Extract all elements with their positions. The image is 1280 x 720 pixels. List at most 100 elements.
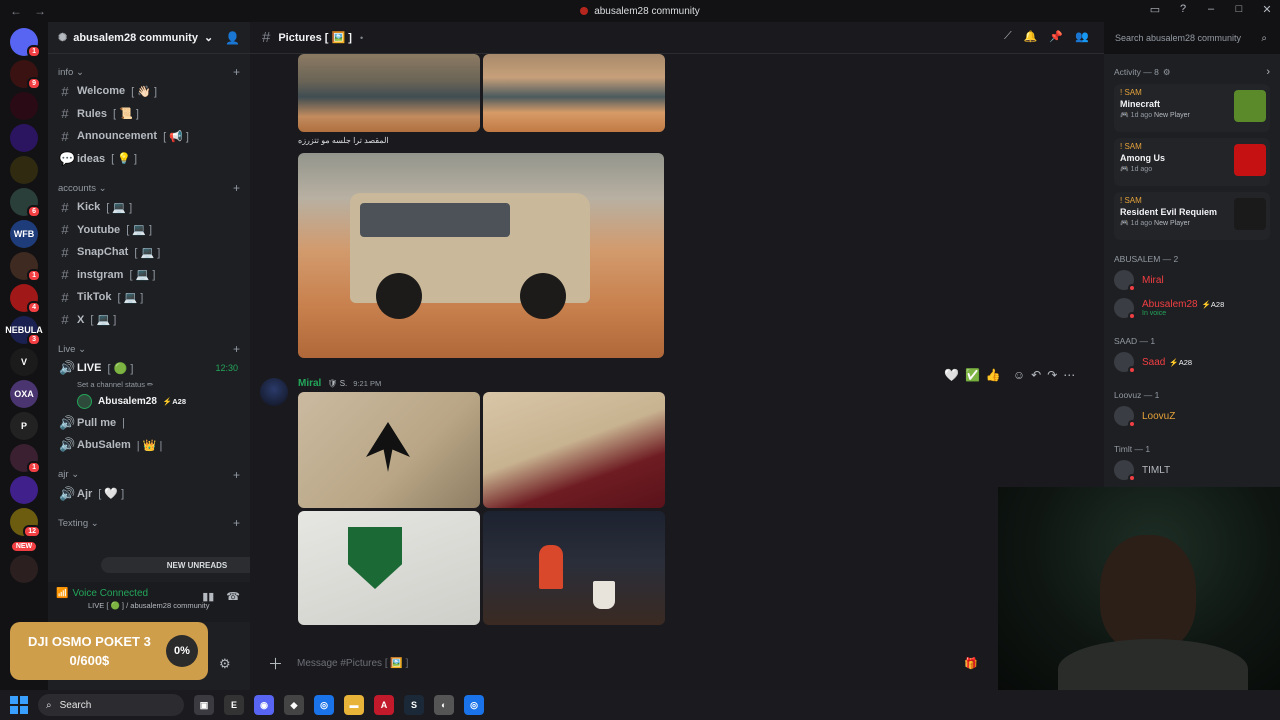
category-header[interactable]: info ⌄ + bbox=[48, 54, 250, 80]
category-header[interactable]: accounts ⌄ + bbox=[48, 170, 250, 196]
jersey-photo-3[interactable] bbox=[298, 511, 480, 625]
message-composer[interactable]: ＋ Message #Pictures [ 🖼️ ] 🎁 bbox=[258, 650, 998, 676]
add-channel-icon[interactable]: + bbox=[233, 65, 240, 79]
noise-suppression-icon[interactable]: ▮▮ bbox=[202, 590, 214, 603]
app-icon[interactable]: A bbox=[374, 695, 394, 715]
members-icon[interactable]: 👥 bbox=[1075, 30, 1089, 43]
taskbar-search[interactable]: ⌕ Search bbox=[38, 694, 184, 716]
reply-icon[interactable]: ↶ bbox=[1031, 368, 1041, 382]
pin-icon[interactable]: 📌 bbox=[1049, 30, 1063, 43]
desert-lake-photo-1[interactable] bbox=[298, 54, 480, 132]
app-icon[interactable]: ◆ bbox=[284, 695, 304, 715]
channel-item[interactable]: 💬 ideas [ 💡 ] bbox=[48, 148, 250, 171]
jersey-photo-2[interactable] bbox=[483, 392, 665, 508]
server-icon[interactable]: 1 bbox=[10, 444, 41, 474]
channel-item[interactable]: # Rules [ 📜 ] bbox=[48, 103, 250, 126]
activity-header[interactable]: Activity — 8 ⚙ › bbox=[1114, 66, 1270, 78]
attach-plus-icon[interactable]: ＋ bbox=[268, 653, 283, 674]
server-icon[interactable]: WFB bbox=[10, 220, 38, 248]
quick-reaction-button[interactable]: ✅ bbox=[965, 368, 980, 382]
forward-arrow-icon[interactable]: → bbox=[34, 4, 46, 18]
settings-gear-icon[interactable]: ⚙ bbox=[219, 656, 231, 672]
channel-item[interactable]: 🔊 AbuSalem | 👑 | bbox=[48, 434, 250, 457]
chevron-right-icon[interactable]: › bbox=[1266, 66, 1270, 78]
server-icon[interactable]: 1 bbox=[10, 252, 41, 282]
discord-icon[interactable]: ◉ bbox=[254, 695, 274, 715]
channel-item[interactable]: 🔊 Pull me | bbox=[48, 412, 250, 435]
server-icon[interactable]: 12 bbox=[10, 508, 41, 538]
server-icon[interactable]: 9 bbox=[10, 60, 41, 90]
threads-icon[interactable]: ⟋ bbox=[1004, 30, 1012, 43]
minimize-button[interactable]: – bbox=[1204, 3, 1218, 16]
close-button[interactable]: ✕ bbox=[1260, 3, 1274, 16]
chrome-icon[interactable]: ◎ bbox=[464, 695, 484, 715]
server-icon[interactable]: 4 bbox=[10, 284, 41, 314]
jersey-photo-1[interactable] bbox=[298, 392, 480, 508]
activity-card[interactable]: ! SAM Resident Evil Requiem 🎮 1d ago New P… bbox=[1114, 192, 1270, 240]
chrome-icon[interactable]: ◎ bbox=[314, 695, 334, 715]
server-icon[interactable] bbox=[10, 555, 38, 583]
server-icon[interactable] bbox=[10, 476, 38, 504]
server-icon[interactable]: 1 bbox=[10, 28, 41, 58]
channel-item[interactable]: # TikTok [ 💻 ] bbox=[48, 286, 250, 309]
gear-icon[interactable]: ⚙ bbox=[1163, 67, 1171, 78]
member-item[interactable]: Abusalem28 ⚡A28 In voice bbox=[1114, 294, 1270, 322]
gift-icon[interactable]: 🎁 bbox=[964, 657, 978, 670]
member-item[interactable]: Saad ⚡A28 bbox=[1114, 348, 1270, 376]
activity-card[interactable]: ! SAM Minecraft 🎮 1d ago New Player bbox=[1114, 84, 1270, 132]
forward-icon[interactable]: ↷ bbox=[1047, 368, 1057, 382]
search-input[interactable]: Search abusalem28 community ⌕ bbox=[1108, 28, 1274, 48]
maximize-button[interactable]: □ bbox=[1232, 3, 1246, 16]
avatar[interactable] bbox=[260, 378, 288, 406]
server-icon[interactable]: NEBULA 3 bbox=[5, 316, 43, 346]
server-icon[interactable]: OXA bbox=[10, 380, 38, 408]
desert-lake-photo-2[interactable] bbox=[483, 54, 665, 132]
quick-reaction-button[interactable]: 🤍 bbox=[944, 368, 959, 382]
add-reaction-icon[interactable]: ☺ bbox=[1013, 368, 1025, 382]
app-icon[interactable]: E bbox=[224, 695, 244, 715]
server-icon[interactable] bbox=[10, 156, 38, 184]
guild-header[interactable]: ✺ abusalem28 community ⌄ 👤 bbox=[48, 22, 250, 54]
activity-card[interactable]: ! SAM Among Us 🎮 1d ago bbox=[1114, 138, 1270, 186]
category-texting[interactable]: Texting ⌄ + bbox=[48, 505, 250, 531]
voice-status[interactable]: Voice Connected bbox=[72, 588, 148, 599]
channel-item[interactable]: # Announcement [ 📢 ] bbox=[48, 125, 250, 148]
steam-icon[interactable]: S bbox=[404, 695, 424, 715]
add-member-icon[interactable]: 👤 bbox=[225, 31, 240, 45]
disconnect-icon[interactable]: ☎ bbox=[226, 590, 240, 603]
windows-start-icon[interactable] bbox=[10, 696, 28, 714]
author-name[interactable]: Miral bbox=[298, 378, 321, 389]
bell-icon[interactable]: 🔔 bbox=[1024, 30, 1038, 43]
server-icon[interactable]: P bbox=[10, 412, 38, 440]
member-item[interactable]: Miral bbox=[1114, 266, 1270, 294]
channel-item[interactable]: 🔊 Ajr [ 🤍 ] bbox=[48, 483, 250, 506]
more-options-icon[interactable]: ⋯ bbox=[1063, 368, 1075, 382]
voice-channel-live[interactable]: 🔊 LIVE [ 🟢 ] 12:30 bbox=[48, 357, 250, 380]
task-view-icon[interactable]: ▣ bbox=[194, 695, 214, 715]
member-item[interactable]: TIMLT bbox=[1114, 456, 1270, 484]
channel-item[interactable]: # Youtube [ 💻 ] bbox=[48, 219, 250, 242]
add-channel-icon[interactable]: + bbox=[233, 181, 240, 195]
channel-item[interactable]: # Kick [ 💻 ] bbox=[48, 196, 250, 219]
category-ajr[interactable]: ajr ⌄ + bbox=[48, 457, 250, 483]
land-cruiser-in-sand-photo[interactable] bbox=[298, 153, 664, 358]
channel-item[interactable]: # Welcome [ 👋🏻 ] bbox=[48, 80, 250, 103]
file-explorer-icon[interactable]: ▬ bbox=[344, 695, 364, 715]
server-icon[interactable] bbox=[10, 92, 38, 120]
help-icon[interactable]: ? bbox=[1176, 3, 1190, 16]
channel-status[interactable]: Set a channel status ✏ bbox=[48, 380, 250, 392]
app-icon[interactable]: ◐ bbox=[434, 695, 454, 715]
add-channel-icon[interactable]: + bbox=[233, 342, 240, 356]
channel-item[interactable]: # SnapChat [ 💻 ] bbox=[48, 241, 250, 264]
server-icon[interactable]: 6 bbox=[10, 188, 41, 218]
add-channel-icon[interactable]: + bbox=[233, 516, 240, 530]
category-live[interactable]: Live ⌄ + bbox=[48, 331, 250, 357]
server-icon[interactable] bbox=[10, 124, 38, 152]
back-arrow-icon[interactable]: ← bbox=[10, 4, 22, 18]
add-channel-icon[interactable]: + bbox=[233, 468, 240, 482]
server-icon[interactable]: V bbox=[10, 348, 38, 376]
voice-user[interactable]: Abusalem28 ⚡A28 bbox=[48, 392, 250, 412]
channel-item[interactable]: # X [ 💻 ] bbox=[48, 309, 250, 332]
new-unreads-pill[interactable]: NEW UNREADS bbox=[101, 557, 250, 573]
member-item[interactable]: LoovuZ bbox=[1114, 402, 1270, 430]
